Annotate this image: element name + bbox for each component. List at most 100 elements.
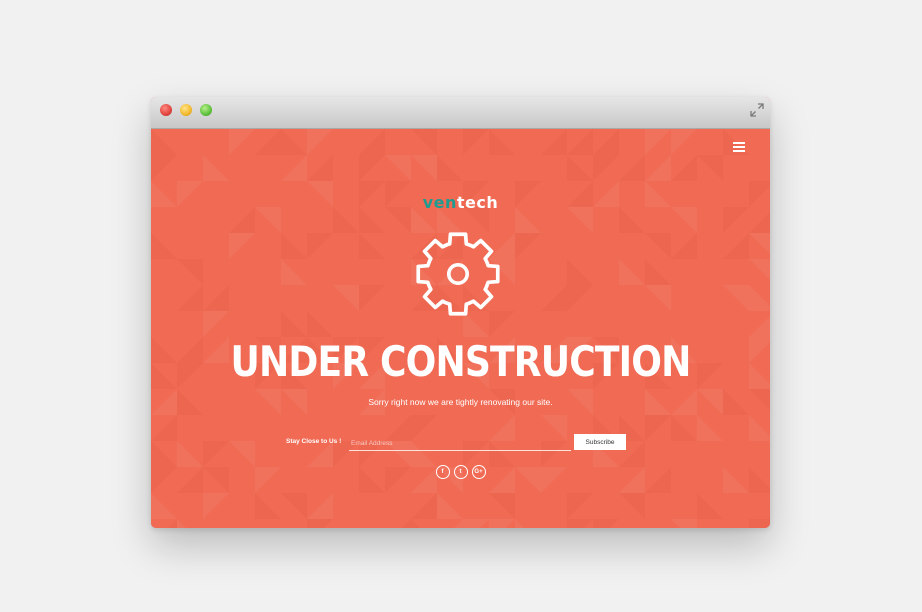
pattern-triangle (255, 129, 281, 155)
gear-outline (416, 232, 500, 316)
pattern-triangle (749, 259, 770, 280)
pattern-triangle (463, 129, 489, 155)
pattern-triangle (697, 155, 723, 181)
logo-part-ven: ven (422, 193, 457, 212)
logo-part-tech: tech (456, 193, 499, 212)
subscribe-button[interactable]: Subscribe (574, 434, 626, 450)
pattern-triangle (515, 519, 524, 528)
pattern-triangle (411, 155, 437, 181)
pattern-triangle (281, 493, 307, 519)
browser-window: ventech UNDER CONSTRUCTION Sorry right n… (151, 97, 770, 528)
pattern-triangle (151, 129, 177, 155)
pattern-triangle (359, 233, 385, 259)
pattern-triangle (593, 519, 619, 528)
pattern-triangle (723, 233, 749, 259)
page-content: ventech UNDER CONSTRUCTION Sorry right n… (151, 129, 770, 528)
facebook-icon[interactable]: f (435, 465, 450, 479)
twitter-icon[interactable]: t (453, 465, 468, 479)
pattern-triangle (749, 363, 770, 389)
pattern-triangle (437, 155, 463, 181)
pattern-triangle (177, 259, 203, 285)
minimize-window-button[interactable] (180, 104, 192, 116)
pattern-triangle (229, 129, 255, 155)
pattern-triangle (402, 519, 411, 528)
pattern-triangle (645, 259, 671, 285)
pattern-triangle (567, 285, 593, 311)
pattern-triangle (454, 519, 463, 528)
pattern-triangle (177, 519, 186, 528)
pattern-triangle (749, 337, 770, 363)
gear-hole (446, 262, 470, 286)
pattern-triangle (281, 155, 307, 181)
pattern-triangle (255, 493, 281, 519)
pattern-triangle (645, 129, 671, 155)
pattern-triangle (203, 155, 229, 181)
pattern-triangle (151, 493, 177, 519)
hamburger-menu-icon[interactable] (733, 142, 745, 152)
pattern-triangle (151, 337, 177, 363)
fullscreen-icon[interactable] (750, 103, 764, 117)
pattern-triangle (489, 519, 515, 528)
pattern-triangle (671, 233, 697, 259)
pattern-triangle (489, 493, 515, 519)
logo[interactable]: ventech (151, 193, 770, 212)
pattern-triangle (671, 519, 697, 528)
social-links: f t G+ (151, 465, 770, 479)
pattern-triangle (281, 311, 307, 337)
pattern-triangle (307, 129, 333, 155)
pattern-triangle (168, 519, 177, 528)
pattern-triangle (229, 233, 255, 259)
pattern-triangle (359, 155, 385, 181)
page-title: UNDER CONSTRUCTION (230, 337, 692, 386)
pattern-triangle (203, 493, 229, 519)
pattern-triangle (489, 129, 515, 155)
pattern-triangle (411, 493, 437, 519)
pattern-triangle (411, 519, 420, 528)
pattern-triangle (203, 285, 229, 311)
pattern-triangle (359, 285, 385, 311)
pattern-triangle (307, 233, 333, 259)
pattern-triangle (619, 155, 645, 181)
close-window-button[interactable] (160, 104, 172, 116)
pattern-triangle (151, 363, 177, 389)
pattern-triangle (749, 316, 770, 337)
pattern-triangle (645, 233, 671, 259)
pattern-triangle (385, 155, 411, 181)
maximize-window-button[interactable] (200, 104, 212, 116)
pattern-triangle (541, 129, 567, 155)
pattern-triangle (307, 493, 333, 519)
pattern-triangle (593, 129, 619, 155)
window-titlebar (151, 97, 770, 129)
pattern-triangle (463, 519, 489, 528)
pattern-triangle (437, 493, 463, 519)
pattern-triangle (619, 259, 645, 285)
pattern-triangle (359, 129, 385, 155)
pattern-triangle (151, 155, 177, 181)
pattern-triangle (749, 519, 770, 528)
pattern-triangle (645, 155, 671, 181)
pattern-triangle (723, 285, 749, 311)
pattern-triangle (333, 285, 359, 311)
email-field[interactable] (349, 436, 571, 451)
pattern-triangle (749, 233, 770, 254)
gear-icon (416, 232, 500, 316)
pattern-triangle (281, 233, 307, 259)
pattern-triangle (281, 129, 307, 155)
pattern-triangle (567, 129, 593, 155)
page-subtitle: Sorry right now we are tightly renovatin… (368, 397, 553, 407)
pattern-triangle (593, 155, 619, 181)
pattern-triangle (541, 285, 567, 311)
pattern-triangle (671, 155, 697, 181)
pattern-triangle (749, 285, 770, 311)
pattern-triangle (567, 519, 593, 528)
pattern-triangle (645, 285, 671, 311)
pattern-triangle (281, 259, 307, 285)
pattern-triangle (697, 493, 723, 519)
pattern-triangle (567, 259, 593, 285)
pattern-triangle (177, 285, 203, 311)
pattern-triangle (307, 155, 333, 181)
pattern-triangle (151, 233, 177, 259)
pattern-triangle (619, 493, 645, 519)
google-plus-icon[interactable]: G+ (471, 465, 486, 479)
pattern-triangle (671, 129, 697, 155)
